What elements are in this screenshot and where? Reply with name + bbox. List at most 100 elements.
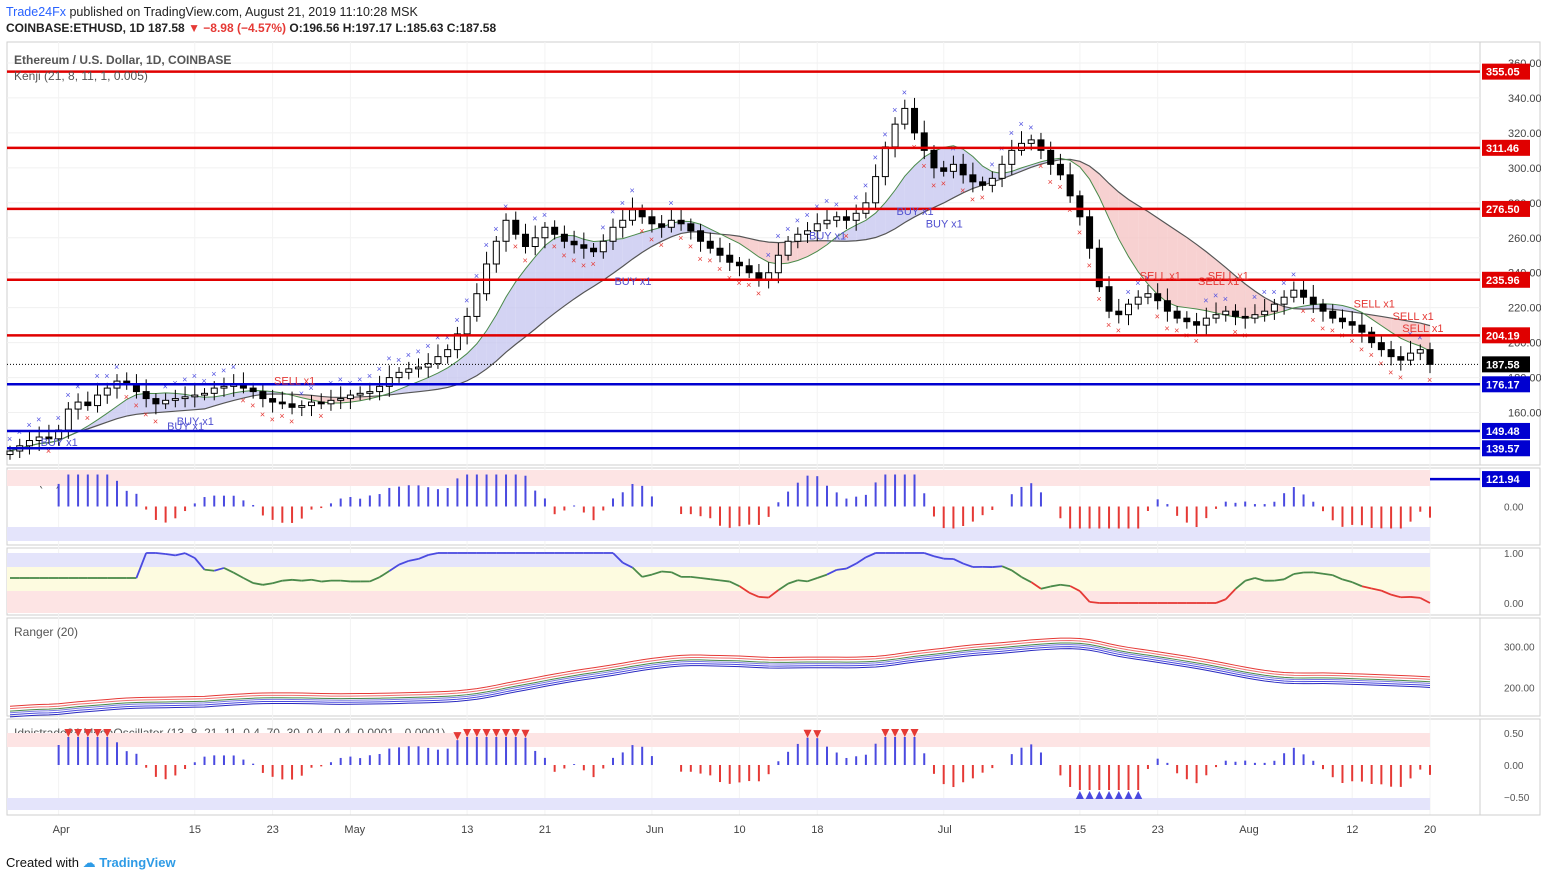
- sell-signal-label: SELL x1: [1140, 271, 1181, 283]
- time-tick-label: 15: [1074, 824, 1086, 836]
- candle-body: [1426, 349, 1434, 365]
- signal-marker: ×: [571, 256, 576, 266]
- candle-body: [201, 392, 209, 396]
- buy-signal-label: BUY x1: [809, 231, 846, 243]
- candle-body: [823, 219, 831, 225]
- candle-body: [6, 450, 14, 456]
- candle-body: [317, 401, 325, 405]
- tradingview-brand[interactable]: TradingView: [99, 855, 175, 870]
- candle-body: [142, 391, 150, 400]
- tdi-line: [291, 578, 302, 582]
- candle-body: [1241, 315, 1249, 319]
- signal-marker: ×: [338, 374, 343, 384]
- signal-marker: ×: [659, 240, 664, 250]
- candle-body: [930, 149, 938, 169]
- signal-marker: ×: [153, 416, 158, 426]
- created-with-text: Created with: [6, 855, 79, 870]
- time-tick-label: 23: [1152, 824, 1164, 836]
- chart-canvas[interactable]: 160.00180.00200.00220.00240.00260.00280.…: [0, 0, 1541, 881]
- signal-marker: ×: [941, 179, 946, 189]
- signal-marker: ×: [1048, 177, 1053, 187]
- time-tick-label: Jul: [938, 824, 952, 836]
- signal-marker: ×: [746, 280, 751, 290]
- signal-marker: ×: [1203, 296, 1208, 306]
- candle-body: [278, 401, 286, 405]
- mega-buy-arrow: [1095, 791, 1104, 799]
- signal-marker: ×: [552, 242, 557, 252]
- candle-body: [1338, 317, 1346, 323]
- time-tick-label: 20: [1424, 824, 1436, 836]
- signal-marker: ×: [513, 242, 518, 252]
- signal-marker: ×: [902, 88, 907, 98]
- signal-marker: ×: [756, 289, 761, 299]
- level-label: 235.96: [1486, 275, 1520, 287]
- signal-marker: ×: [989, 159, 994, 169]
- tdi-line: [690, 575, 701, 579]
- candle-body: [551, 226, 559, 235]
- signal-marker: ×: [1087, 261, 1092, 271]
- tdi-upper-band: [7, 553, 1430, 567]
- candle-body: [794, 233, 802, 242]
- indicator-title: Ranger (20): [14, 625, 78, 639]
- candle-body: [969, 174, 977, 183]
- kenji-cloud: [194, 396, 205, 410]
- candle-body: [1154, 293, 1162, 302]
- signal-marker: ×: [36, 415, 41, 425]
- price-tick-label: 260.00: [1508, 233, 1541, 245]
- candle-body: [959, 163, 967, 176]
- kenji-cloud: [622, 235, 633, 267]
- candle-body: [210, 387, 218, 394]
- signal-marker: ×: [279, 411, 284, 421]
- kenji-cloud: [457, 353, 468, 385]
- candle-body: [1348, 321, 1356, 326]
- level-label: 149.48: [1486, 426, 1520, 438]
- time-tick-label: Apr: [53, 824, 70, 836]
- candle-body: [697, 230, 705, 242]
- candle-body: [1066, 174, 1074, 197]
- signal-marker: ×: [289, 416, 294, 426]
- sell-signal-label: SELL x1: [1402, 323, 1443, 335]
- candle-body: [726, 254, 734, 263]
- candle-body: [64, 408, 72, 431]
- candle-body: [1124, 303, 1132, 316]
- last-price-label: 187.58: [1486, 359, 1520, 371]
- candle-body: [356, 392, 364, 396]
- candle-body: [308, 401, 316, 407]
- candle-body: [774, 254, 782, 274]
- candle-body: [1416, 349, 1424, 354]
- tdi-line: [992, 565, 1003, 568]
- candle-body: [1251, 314, 1259, 319]
- time-tick-label: Aug: [1239, 824, 1259, 836]
- signal-marker: ×: [1310, 315, 1315, 325]
- tdi-line: [301, 578, 312, 582]
- candle-body: [1183, 317, 1191, 323]
- candle-body: [74, 401, 82, 410]
- candle-body: [599, 240, 607, 253]
- signal-marker: ×: [221, 366, 226, 376]
- candle-body: [288, 403, 296, 408]
- tdi-line: [1089, 600, 1100, 604]
- tdi-middle-band: [7, 567, 1430, 591]
- candle-body: [84, 401, 92, 407]
- signal-marker: ×: [182, 374, 187, 384]
- signal-marker: ×: [65, 390, 70, 400]
- candle-body: [638, 209, 646, 218]
- candle-body: [609, 226, 617, 242]
- candle-body: [570, 240, 578, 246]
- signal-marker: ×: [1116, 325, 1121, 335]
- candle-body: [1173, 310, 1181, 319]
- candle-body: [152, 398, 160, 405]
- signal-marker: ×: [1378, 359, 1383, 369]
- buy-signal-label: BUY x1: [897, 206, 934, 218]
- signal-marker: ×: [1125, 287, 1130, 297]
- signal-marker: ×: [260, 409, 265, 419]
- candle-body: [444, 349, 452, 358]
- candle-body: [1105, 286, 1113, 312]
- signal-marker: ×: [231, 362, 236, 372]
- buy-signal-label: BUY x1: [614, 276, 651, 288]
- signal-marker: ×: [172, 378, 177, 388]
- level-label: 176.17: [1486, 379, 1520, 391]
- candle-body: [298, 405, 306, 408]
- price-tick-label: 320.00: [1508, 128, 1541, 140]
- signal-marker: ×: [1077, 228, 1082, 238]
